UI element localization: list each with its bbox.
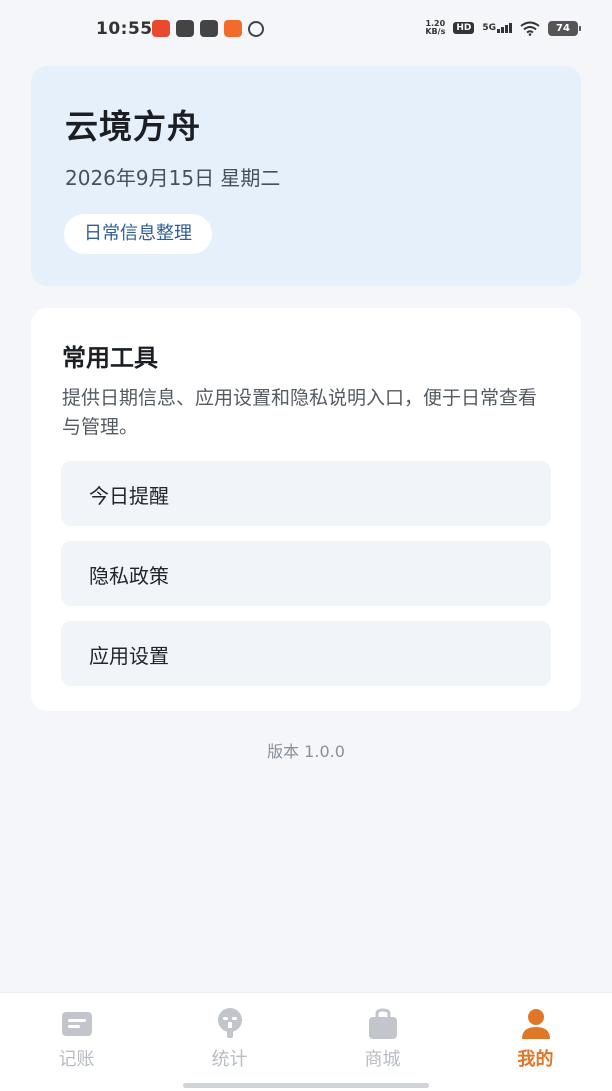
tools-description: 提供日期信息、应用设置和隐私说明入口，便于日常查看与管理。 bbox=[62, 387, 538, 438]
tool-item-privacy-policy[interactable]: 隐私政策 bbox=[61, 541, 551, 606]
app-notification-icon bbox=[248, 20, 264, 37]
app-title: 云境方舟 bbox=[65, 107, 201, 146]
battery-icon: 74 bbox=[548, 20, 581, 36]
tool-item-today-reminder[interactable]: 今日提醒 bbox=[61, 461, 551, 526]
status-time: 10:55 bbox=[96, 19, 153, 39]
network-type-label: 5G bbox=[482, 23, 496, 33]
tools-card: 常用工具 提供日期信息、应用设置和隐私说明入口，便于日常查看与管理。 今日提醒 … bbox=[31, 308, 581, 711]
shopping-bag-icon bbox=[369, 1008, 397, 1039]
bottom-tab-bar: 记账 统计 商城 我的 bbox=[0, 992, 612, 1091]
person-icon bbox=[522, 1009, 550, 1039]
status-bar: 10:55 1.20 KB/s HD 5G 74 bbox=[0, 0, 612, 60]
tab-shop[interactable]: 商城 bbox=[306, 993, 459, 1091]
tab-ledger[interactable]: 记账 bbox=[0, 993, 153, 1091]
tab-label: 统计 bbox=[211, 1049, 248, 1070]
version-text: 版本 1.0.0 bbox=[267, 742, 345, 761]
app-notification-icon bbox=[224, 20, 242, 37]
tab-label: 我的 bbox=[517, 1049, 554, 1070]
tab-label: 记账 bbox=[58, 1049, 95, 1070]
stats-icon bbox=[218, 1008, 242, 1038]
network-speed: 1.20 KB/s bbox=[425, 20, 445, 36]
info-tag: 日常信息整理 bbox=[64, 214, 212, 254]
header-card: 云境方舟 2026年9月15日 星期二 日常信息整理 bbox=[31, 66, 581, 286]
ledger-icon bbox=[62, 1012, 92, 1036]
battery-level: 74 bbox=[556, 22, 570, 34]
tab-mine[interactable]: 我的 bbox=[459, 993, 612, 1091]
date-text: 2026年9月15日 星期二 bbox=[65, 166, 281, 190]
tool-item-app-settings[interactable]: 应用设置 bbox=[61, 621, 551, 686]
tab-label: 商城 bbox=[364, 1049, 401, 1070]
app-notification-icon bbox=[176, 20, 194, 37]
home-indicator[interactable] bbox=[183, 1083, 429, 1088]
network-speed-unit: KB/s bbox=[425, 27, 446, 36]
tools-title: 常用工具 bbox=[62, 344, 158, 372]
signal-icon: 5G bbox=[482, 23, 512, 33]
tool-item-label: 应用设置 bbox=[89, 644, 169, 668]
system-icons: 1.20 KB/s HD 5G 74 bbox=[425, 20, 581, 36]
notification-icons bbox=[152, 20, 264, 37]
hd-icon: HD bbox=[453, 22, 475, 34]
tool-item-label: 隐私政策 bbox=[89, 564, 169, 588]
tab-stats[interactable]: 统计 bbox=[153, 993, 306, 1091]
tool-item-label: 今日提醒 bbox=[89, 484, 169, 508]
app-notification-icon bbox=[152, 20, 170, 37]
wifi-icon bbox=[520, 21, 540, 36]
app-notification-icon bbox=[200, 20, 218, 37]
